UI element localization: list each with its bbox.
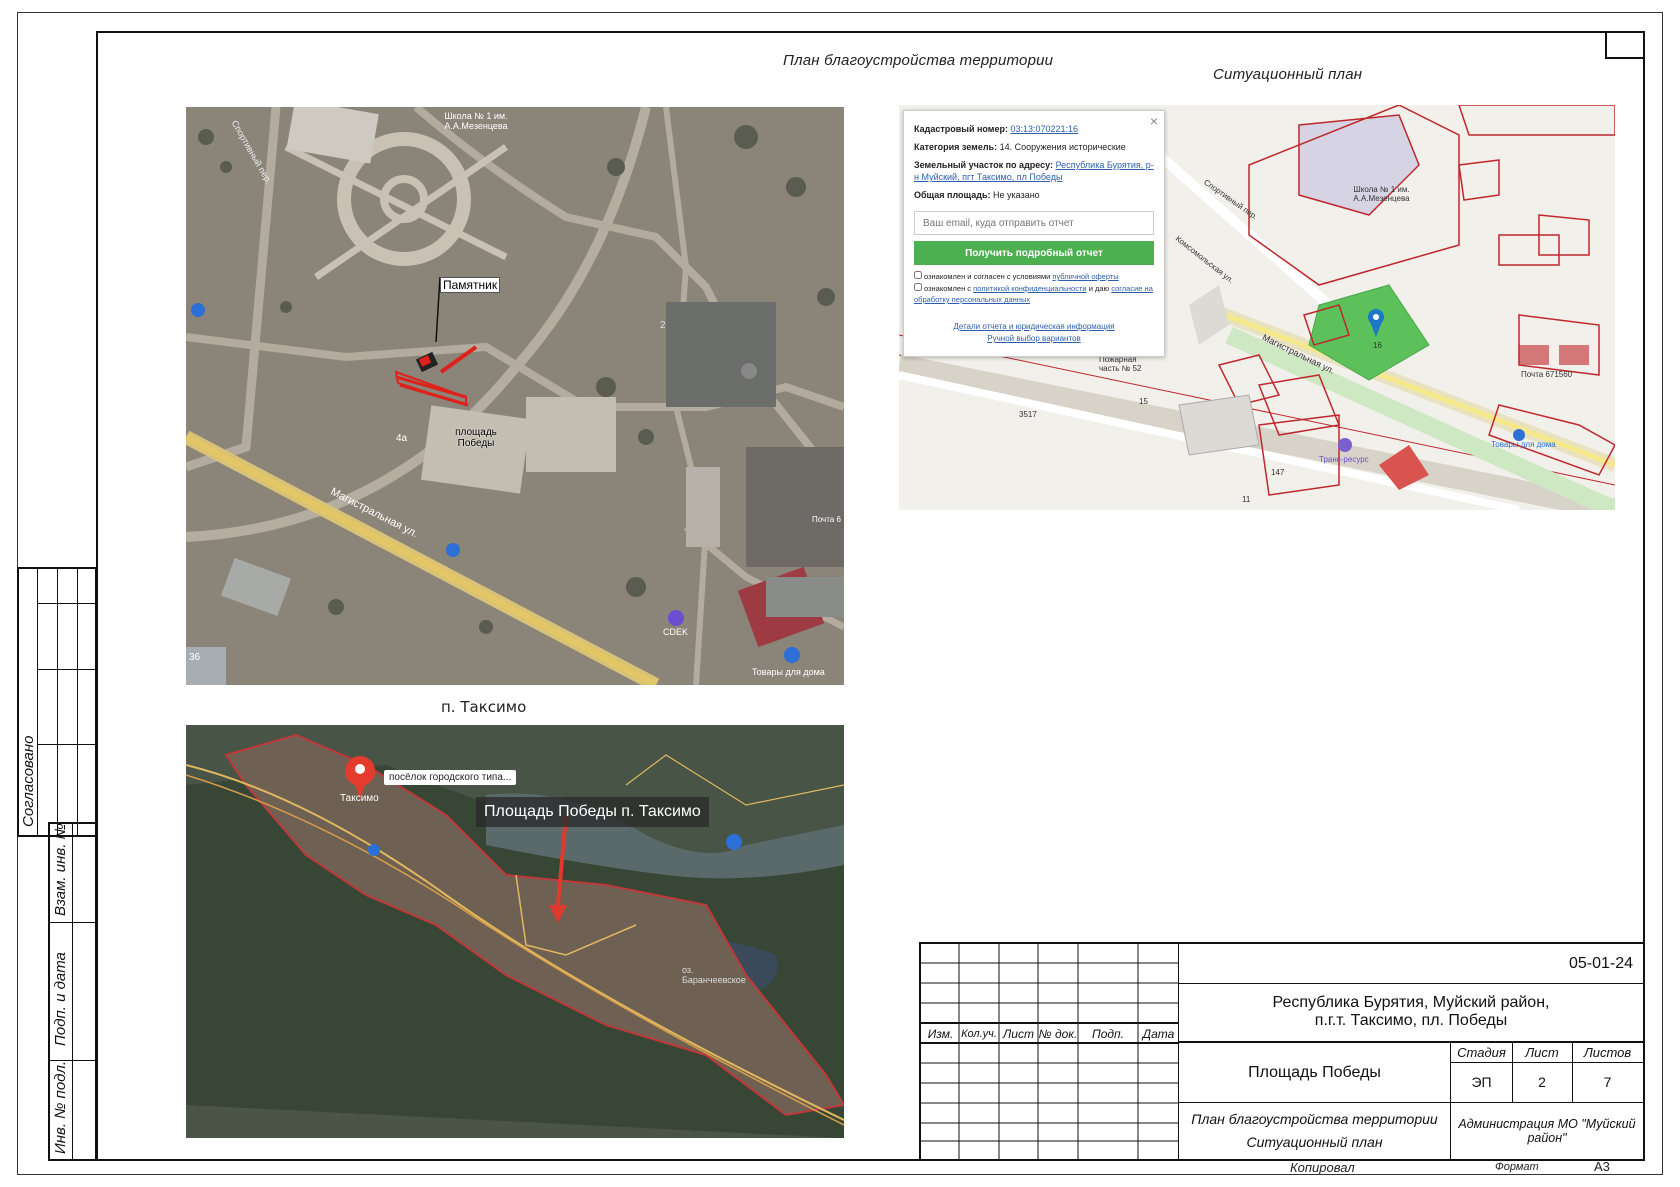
- category-value: 14. Сооружения исторические: [999, 142, 1126, 152]
- col-kol: Кол.уч.: [961, 1028, 997, 1040]
- town-satellite-graphics: [186, 725, 844, 1138]
- cadastral-label: Кадастровый номер:: [914, 124, 1008, 134]
- area-row: Общая площадь: Не указано: [914, 189, 1154, 201]
- situation-caption: Ситуационный план: [1213, 66, 1363, 83]
- category-label: Категория земель:: [914, 142, 998, 152]
- stage-header: Стадия: [1451, 1043, 1513, 1063]
- report-button[interactable]: Получить подробный отчет: [914, 241, 1154, 265]
- sheet-header: Лист: [1512, 1043, 1573, 1063]
- location-line2: п.г.т. Таксимо, пл. Победы: [1314, 1012, 1508, 1029]
- cadastral-map: Школа № 1 им. А.А.Мезенцева Спортивный п…: [899, 105, 1615, 510]
- col-date: Дата: [1142, 1027, 1175, 1041]
- details-link[interactable]: Детали отчета и юридическая информация: [953, 322, 1114, 331]
- cadastral-row: Кадастровый номер: 03:13:070221:16: [914, 123, 1154, 135]
- offer-checkbox[interactable]: [914, 271, 922, 279]
- location-line1: Республика Бурятия, Муйский район,: [1272, 994, 1550, 1011]
- col-izm: Изм.: [927, 1027, 954, 1041]
- plot-3517: 3517: [1019, 410, 1037, 419]
- privacy-link[interactable]: политикой конфиденциальности: [973, 284, 1086, 293]
- plot-147: 147: [1271, 468, 1285, 477]
- col-podp: Подп.: [1092, 1027, 1124, 1041]
- plan-caption: План благоустройства территории: [783, 52, 1054, 69]
- sheets-value: 7: [1572, 1062, 1643, 1103]
- offer-row: ознакомлен и согласен с условиями публич…: [914, 271, 1154, 283]
- lake-label: оз. Баранчеевское: [682, 965, 746, 985]
- email-input[interactable]: [914, 211, 1154, 235]
- manual-link[interactable]: Ручной выбор вариантов: [987, 334, 1080, 343]
- privacy-row: ознакомлен с политикой конфиденциальност…: [914, 283, 1154, 305]
- revision-grid: [921, 944, 1179, 1159]
- address-row: Земельный участок по адресу: Республика …: [914, 159, 1154, 183]
- fire-label: Пожарная часть № 52: [1099, 355, 1142, 373]
- doc-code: 05-01-24: [1179, 944, 1643, 984]
- replace-inv-label: Взам. инв. №: [52, 823, 69, 916]
- title-block: Изм. Кол.уч. Лист № док. Подп. Дата 05-0…: [919, 942, 1645, 1161]
- cadastral-popup: × Кадастровый номер: 03:13:070221:16 Кат…: [903, 110, 1165, 357]
- copied-label: Копировал: [1290, 1160, 1355, 1175]
- sheet-value: 2: [1512, 1062, 1573, 1103]
- manual-row: Ручной выбор вариантов: [914, 333, 1154, 345]
- sheet-title-line2: Ситуационный план: [1246, 1133, 1383, 1150]
- school-label-1: Школа № 1 им. А.А.Мезенцева: [444, 111, 508, 131]
- details-row: Детали отчета и юридическая информация: [914, 321, 1154, 333]
- agreed-stamp: Согласовано: [17, 567, 97, 837]
- satellite-plan-graphics: [186, 107, 844, 685]
- post-label-3: Почта 671560: [1521, 370, 1573, 379]
- offer-link[interactable]: публичной оферты: [1052, 272, 1118, 281]
- goods-label: Товары для дома: [1491, 440, 1556, 449]
- town-satellite-map: посёлок городского типа... Площадь Побед…: [186, 725, 844, 1138]
- stage-value: ЭП: [1451, 1062, 1513, 1103]
- inv-orig-label: Инв. № подл.: [52, 1060, 69, 1154]
- privacy-text2: и даю: [1088, 284, 1110, 293]
- offer-text: ознакомлен и согласен с условиями: [924, 272, 1051, 281]
- num-36-label: 36: [189, 652, 201, 663]
- col-ndoc: № док.: [1038, 1027, 1078, 1041]
- sheet-title-cell: План благоустройства территории Ситуацио…: [1179, 1102, 1451, 1159]
- village-caption: п. Таксимо: [441, 698, 527, 716]
- title-overlay: Площадь Победы п. Таксимо: [476, 797, 709, 827]
- col-list: Лист: [1003, 1027, 1034, 1041]
- agreed-label: Согласовано: [20, 735, 37, 828]
- sign-date-label: Подп. и дата: [52, 952, 69, 1046]
- category-row: Категория земель: 14. Сооружения историч…: [914, 141, 1154, 153]
- area-label: Общая площадь:: [914, 190, 991, 200]
- address-label: Земельный участок по адресу:: [914, 160, 1054, 170]
- town-label: Таксимо: [340, 793, 379, 804]
- num-4a-label: 4а: [396, 433, 408, 444]
- location-cell: Республика Бурятия, Муйский район, п.г.т…: [1179, 983, 1643, 1043]
- privacy-text: ознакомлен с: [924, 284, 972, 293]
- format-value: А3: [1594, 1159, 1610, 1174]
- sheet-title-line1: План благоустройства территории: [1191, 1110, 1438, 1127]
- num-2-label: 2: [660, 320, 666, 331]
- school-label-3: Школа № 1 им. А.А.Мезенцева: [1353, 185, 1410, 203]
- object-name: Площадь Победы: [1179, 1043, 1451, 1103]
- cadastral-link[interactable]: 03:13:070221:16: [1010, 124, 1078, 134]
- plot-16: 16: [1373, 341, 1382, 350]
- cdek-label: CDEK: [663, 627, 689, 637]
- square-label: площадь Победы: [455, 427, 497, 449]
- trans-label: Транс-ресурс: [1319, 455, 1369, 464]
- area-value: Не указано: [993, 190, 1040, 200]
- format-label: Формат: [1495, 1161, 1539, 1173]
- sheets-header: Листов: [1572, 1043, 1643, 1063]
- post-label-1: Почта 6: [812, 515, 841, 524]
- corner-box: [1605, 31, 1645, 59]
- privacy-checkbox[interactable]: [914, 283, 922, 291]
- plot-11: 11: [1242, 495, 1251, 504]
- organization: Администрация МО "Муйский район": [1458, 1116, 1636, 1145]
- monument-label: Памятник: [440, 277, 501, 293]
- shop-label-1: Товары для дома: [752, 667, 825, 677]
- pin-tooltip: посёлок городского типа...: [384, 770, 517, 785]
- plot-15: 15: [1139, 397, 1148, 406]
- inventory-stamp: Взам. инв. № Подп. и дата Инв. № подл.: [48, 822, 97, 1161]
- satellite-plan-map: Памятник Школа № 1 им. А.А.Мезенцева пло…: [186, 107, 844, 685]
